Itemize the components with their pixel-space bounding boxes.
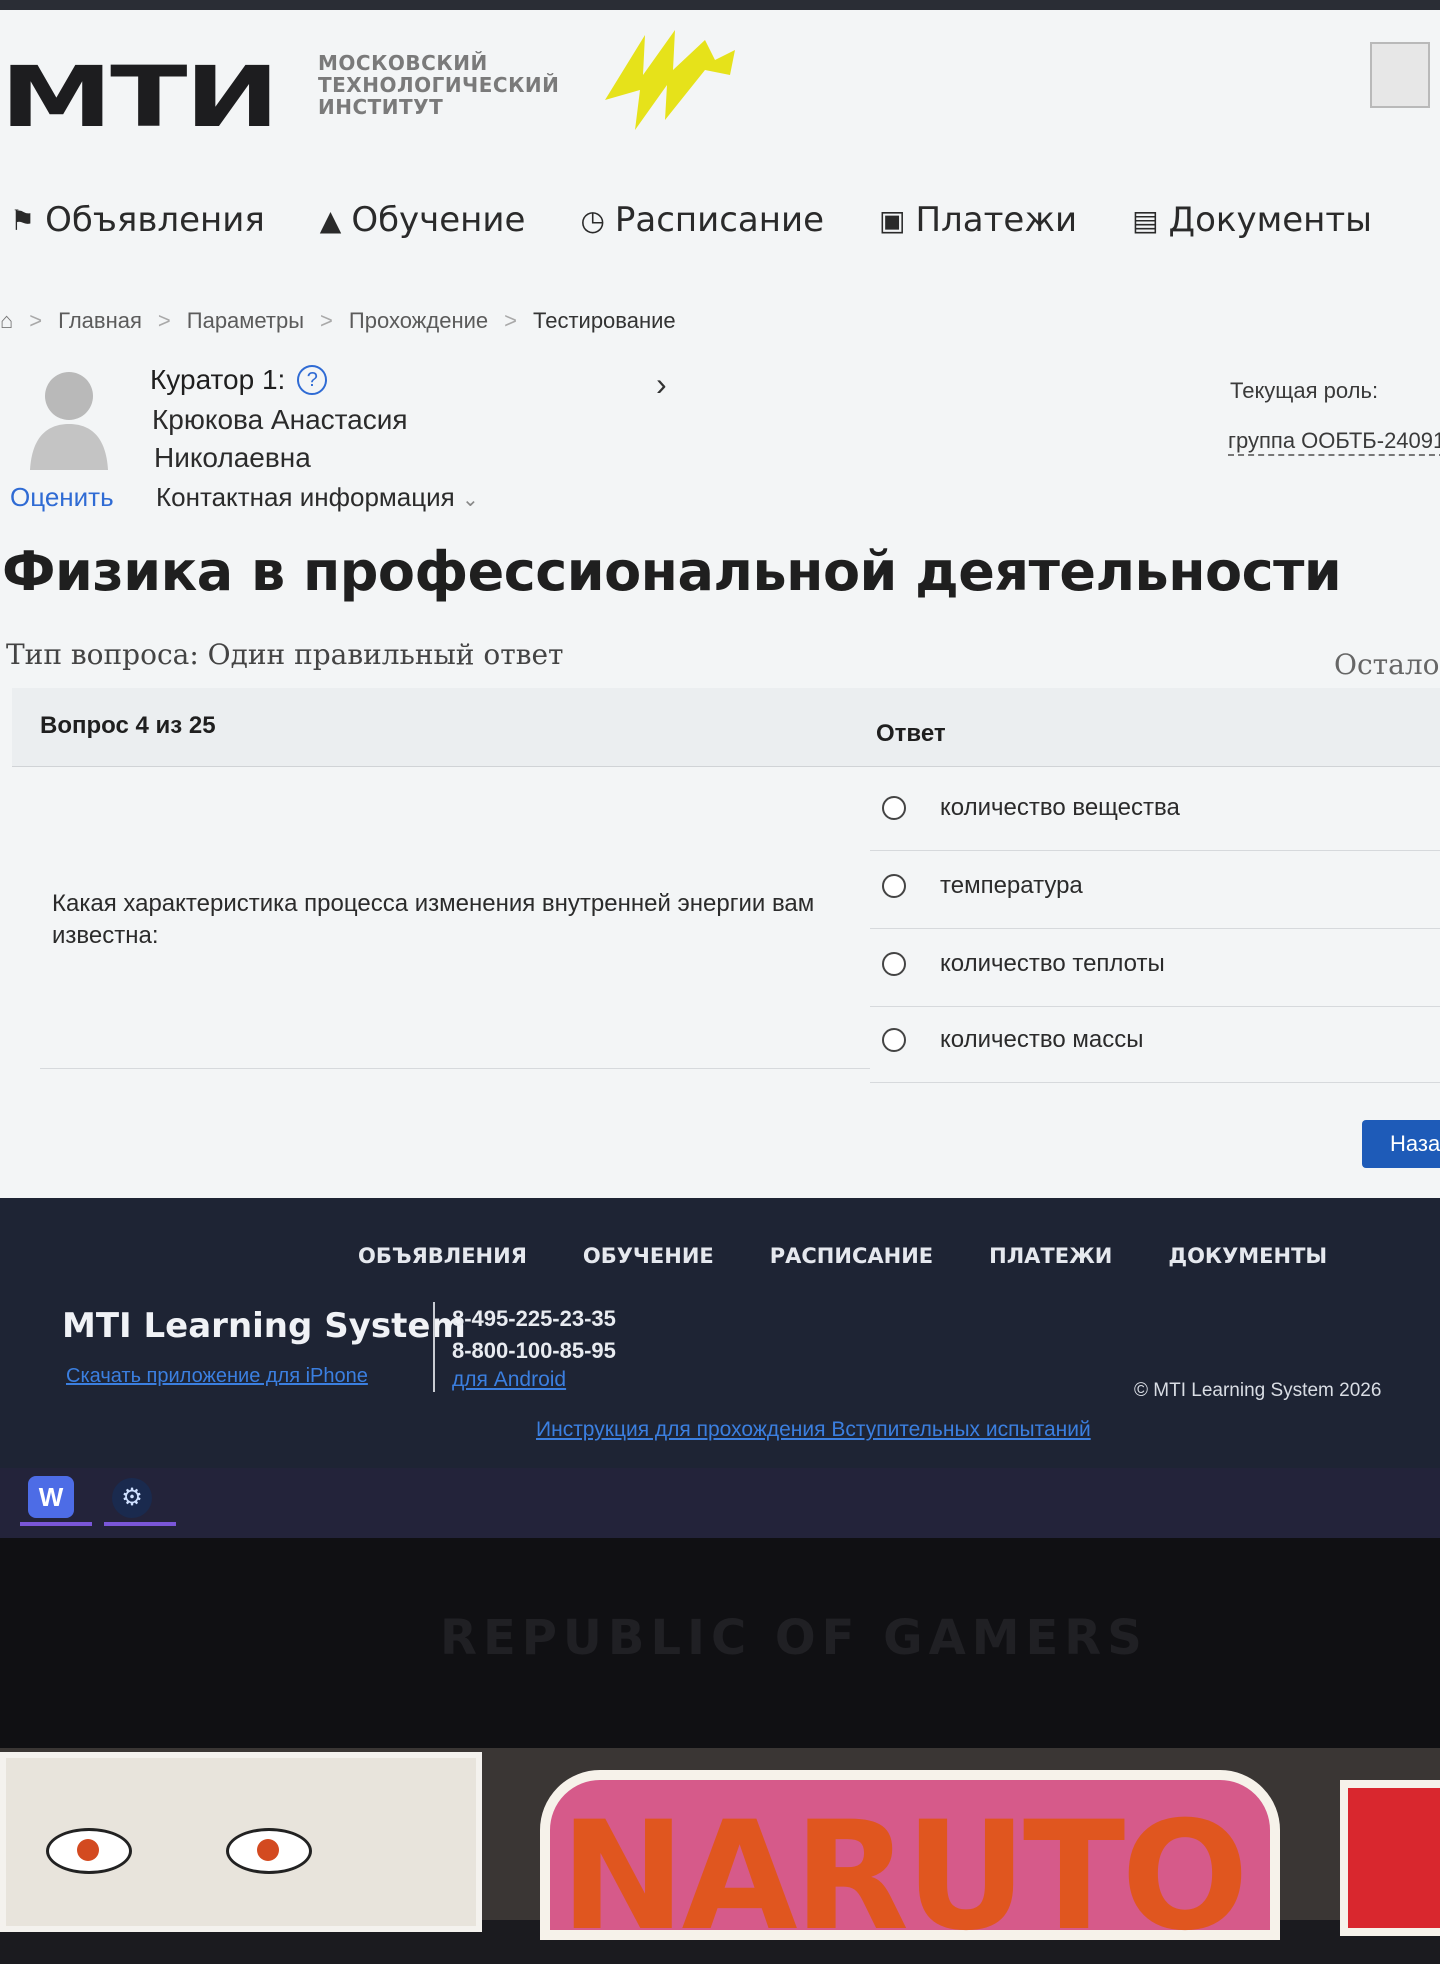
mti-logo[interactable]: МТИ	[0, 55, 280, 139]
answer-option[interactable]: температура	[870, 852, 1440, 929]
main-nav: ⚑ Объявления ▲ Обучение ◷ Расписание ▣ Плате…	[10, 200, 1427, 240]
messenger-app-icon[interactable]: W	[28, 1476, 74, 1518]
logo-line-1: МОСКОВСКИЙ	[318, 51, 488, 75]
screen-top-edge	[0, 0, 1440, 10]
footer-nav-learning[interactable]: ОБУЧЕНИЕ	[583, 1244, 714, 1268]
anime-sticker	[0, 1752, 482, 1932]
question-text: Какая характеристика процесса изменения …	[52, 890, 815, 949]
radio-button[interactable]	[882, 952, 906, 976]
footer-nav: ОБЪЯВЛЕНИЯ ОБУЧЕНИЕ РАСПИСАНИЕ ПЛАТЕЖИ Д…	[358, 1244, 1383, 1268]
divider	[40, 1068, 870, 1069]
answer-header: Ответ	[876, 720, 946, 747]
footer-phone-2[interactable]: 8-800-100-85-95	[452, 1338, 616, 1364]
breadcrumb: ⌂ > Главная > Параметры > Прохождение > Тест…	[0, 308, 676, 334]
footer-divider	[433, 1302, 435, 1392]
sticker-iris	[77, 1839, 99, 1861]
option-label: количество теплоты	[940, 950, 1165, 977]
logo-line-2: ТЕХНОЛОГИЧЕСКИЙ	[318, 73, 560, 97]
footer-nav-documents[interactable]: ДОКУМЕНТЫ	[1168, 1244, 1327, 1268]
nav-documents[interactable]: ▤ Документы	[1132, 200, 1372, 240]
taskbar-active-indicator	[20, 1522, 92, 1526]
copyright: © MTI Learning System 2026	[1134, 1380, 1382, 1401]
logo-institute-text: МОСКОВСКИЙ ТЕХНОЛОГИЧЕСКИЙ ИНСТИТУТ	[318, 52, 618, 118]
sticker-eye	[226, 1828, 312, 1874]
nav-label: Платежи	[915, 200, 1078, 240]
radio-button[interactable]	[882, 1028, 906, 1052]
help-icon[interactable]: ?	[297, 365, 328, 395]
document-icon: ▤	[1132, 203, 1159, 237]
page-title: Физика в профессиональной деятельности	[2, 540, 1342, 603]
ios-app-link[interactable]: Скачать приложение для iPhone	[66, 1365, 368, 1388]
contact-label: Контактная информация	[156, 482, 455, 512]
crumb-testing: Тестирование	[533, 308, 676, 333]
question-number: Вопрос 4 из 25	[40, 712, 216, 739]
option-label: количество массы	[940, 1026, 1144, 1053]
sticker-eye	[46, 1828, 132, 1874]
nav-label: Обучение	[351, 200, 526, 240]
question-table-header	[12, 688, 1440, 767]
crumb-home[interactable]: Главная	[58, 308, 142, 334]
megaphone-icon: ⚑	[10, 203, 36, 237]
footer-nav-schedule[interactable]: РАСПИСАНИЕ	[770, 1244, 933, 1268]
android-app-link[interactable]: для Android	[452, 1368, 566, 1392]
taskbar	[0, 1468, 1440, 1538]
footer-brand: MTI Learning System	[62, 1306, 466, 1346]
chevron-right-icon: >	[504, 308, 518, 333]
curator-label: Куратор 1:?	[150, 364, 328, 396]
curator-avatar-icon	[30, 372, 108, 470]
naruto-sticker-text: NARUTO	[560, 1790, 1249, 1964]
chevron-right-icon: >	[29, 308, 43, 333]
nav-label: Расписание	[614, 200, 825, 240]
logo-line-3: ИНСТИТУТ	[318, 95, 444, 119]
rate-curator-link[interactable]: Оценить	[10, 482, 114, 513]
bezel-branding: REPUBLIC OF GAMERS	[440, 1610, 1148, 1666]
radio-button[interactable]	[882, 874, 906, 898]
curator-name-line2: Николаевна	[154, 442, 311, 473]
graduation-cap-icon: ▲	[319, 203, 342, 237]
answer-option[interactable]: количество вещества	[870, 774, 1440, 851]
crumb-pass[interactable]: Прохождение	[349, 308, 488, 334]
curator-label-text: Куратор 1:	[150, 364, 286, 395]
nav-label: Документы	[1168, 200, 1373, 240]
chevron-right-icon: >	[320, 308, 333, 333]
option-label: количество вещества	[940, 794, 1180, 821]
user-avatar[interactable]	[1370, 42, 1430, 108]
next-curator-chevron-icon[interactable]: ›	[656, 366, 667, 403]
nav-payments[interactable]: ▣ Платежи	[879, 200, 1077, 240]
curator-name-line1: Крюкова Анастасия	[152, 404, 408, 435]
chevron-down-icon: ⌄	[462, 489, 479, 511]
nav-label: Объявления	[45, 200, 265, 240]
answer-option[interactable]: количество теплоты	[870, 930, 1440, 1007]
footer-phone-1[interactable]: 8-495-225-23-35	[452, 1306, 616, 1332]
question-type: Тип вопроса: Один правильный ответ	[6, 638, 564, 671]
nav-schedule[interactable]: ◷ Расписание	[580, 200, 824, 240]
footer-nav-payments[interactable]: ПЛАТЕЖИ	[989, 1244, 1112, 1268]
steam-icon[interactable]: ⚙	[112, 1478, 152, 1518]
footer-nav-announcements[interactable]: ОБЪЯВЛЕНИЯ	[358, 1244, 527, 1268]
answer-option[interactable]: количество массы	[870, 1006, 1440, 1083]
instructions-link[interactable]: Инструкция для прохождения Вступительных…	[536, 1418, 1091, 1442]
role-selector[interactable]: группа ООБТБ-24091	[1228, 428, 1440, 456]
time-remaining: Осталос	[1334, 648, 1440, 681]
crumb-params[interactable]: Параметры	[187, 308, 304, 334]
red-sticker	[1340, 1780, 1440, 1936]
contact-info-toggle[interactable]: Контактная информация ⌄	[156, 482, 479, 513]
back-button[interactable]: Наза	[1362, 1120, 1440, 1168]
taskbar-active-indicator	[104, 1522, 176, 1526]
nav-learning[interactable]: ▲ Обучение	[320, 200, 526, 240]
home-icon[interactable]: ⌂	[0, 308, 13, 334]
chevron-right-icon: >	[157, 308, 171, 333]
nav-announcements[interactable]: ⚑ Объявления	[10, 200, 265, 240]
role-label: Текущая роль:	[1230, 378, 1379, 403]
clock-icon: ◷	[580, 203, 605, 237]
sticker-iris	[257, 1839, 279, 1861]
logo-wave-icon	[605, 30, 735, 130]
card-icon: ▣	[879, 203, 906, 237]
browser-screen: МТИ МОСКОВСКИЙ ТЕХНОЛОГИЧЕСКИЙ ИНСТИТУТ …	[0, 0, 1440, 1215]
option-label: температура	[940, 872, 1083, 899]
radio-button[interactable]	[882, 796, 906, 820]
